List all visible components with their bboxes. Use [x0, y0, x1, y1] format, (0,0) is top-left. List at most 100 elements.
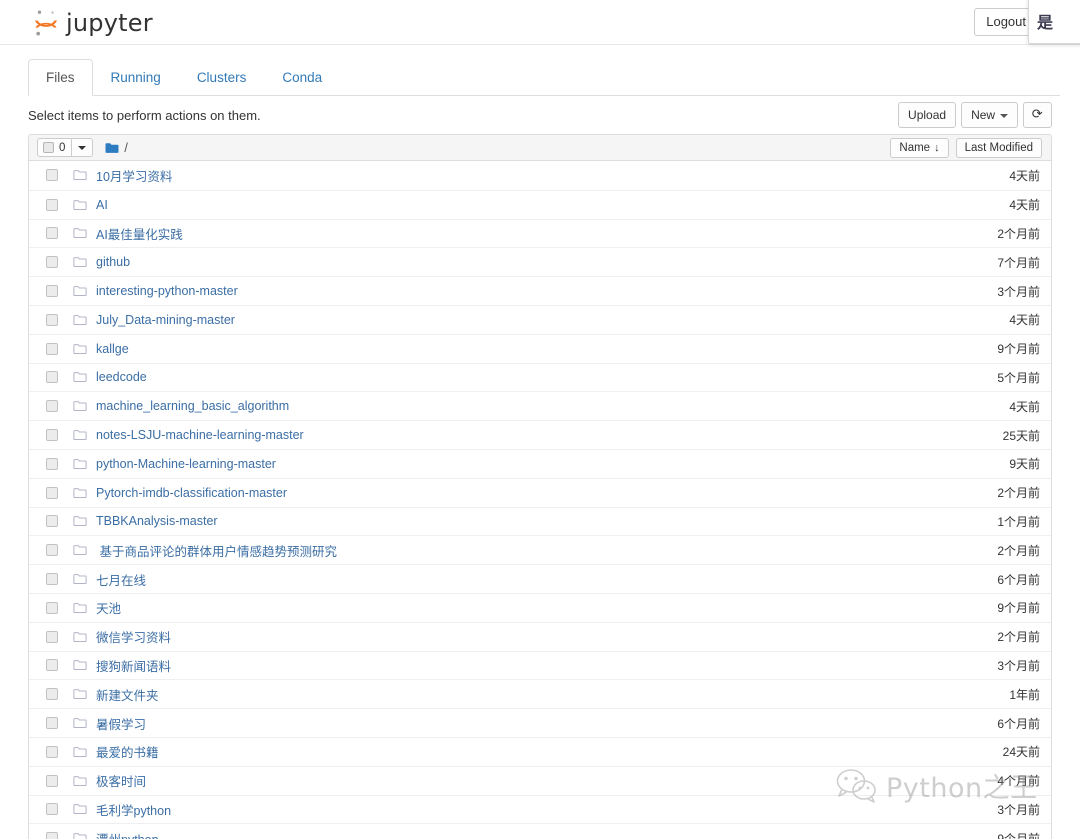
row-checkbox[interactable] [46, 832, 58, 839]
jupyter-logo-icon [35, 10, 57, 35]
new-dropdown-button[interactable]: New [961, 102, 1019, 128]
row-checkbox[interactable] [46, 256, 58, 269]
table-row[interactable]: 基于商品评论的群体用户情感趋势预测研究 2个月前 [29, 535, 1051, 564]
table-row[interactable]: 微信学习资料 2个月前 [29, 621, 1051, 651]
row-checkbox[interactable] [46, 429, 58, 442]
row-modified: 2个月前 [997, 543, 1040, 558]
row-name-link[interactable]: 七月在线 [96, 570, 146, 589]
row-name-link[interactable]: 天池 [96, 598, 121, 617]
row-modified: 4天前 [1009, 399, 1040, 414]
table-row[interactable]: 10月学习资料 4天前 [29, 161, 1051, 190]
row-name-link[interactable]: 新建文件夹 [96, 685, 159, 704]
row-name-link[interactable]: 毛利学python [96, 800, 171, 819]
row-modified: 3个月前 [997, 284, 1040, 299]
sort-by-modified-button[interactable]: Last Modified [955, 138, 1042, 158]
row-checkbox[interactable] [46, 544, 58, 557]
jupyter-brand[interactable]: jupyter [32, 0, 153, 45]
tab-conda[interactable]: Conda [264, 59, 340, 96]
table-row[interactable]: Pytorch-imdb-classification-master 2个月前 [29, 477, 1051, 507]
table-row[interactable]: github 7个月前 [29, 247, 1051, 276]
row-name-link[interactable]: 暑假学习 [96, 714, 146, 733]
table-row[interactable]: interesting-python-master 3个月前 [29, 276, 1051, 305]
row-name-link[interactable]: interesting-python-master [96, 284, 238, 298]
row-checkbox[interactable] [46, 774, 58, 787]
table-row[interactable]: 极客时间 4个月前 [29, 765, 1051, 795]
row-name-link[interactable]: AI [96, 198, 108, 212]
table-row[interactable]: python-Machine-learning-master 9天前 [29, 448, 1051, 478]
select-all-checkbox[interactable] [43, 142, 54, 153]
table-row[interactable]: 七月在线 6个月前 [29, 564, 1051, 593]
row-checkbox[interactable] [46, 313, 58, 326]
row-checkbox[interactable] [46, 457, 58, 470]
table-row[interactable]: leedcode 5个月前 [29, 362, 1051, 392]
row-checkbox[interactable] [46, 227, 58, 240]
row-name-link[interactable]: notes-LSJU-machine-learning-master [96, 428, 304, 442]
table-row[interactable]: TBBKAnalysis-master 1个月前 [29, 506, 1051, 536]
breadcrumb-path: / [124, 140, 128, 155]
select-all-group: 0 [37, 138, 94, 157]
row-modified: 2个月前 [997, 226, 1040, 241]
table-row[interactable]: July_Data-mining-master 4天前 [29, 304, 1051, 334]
table-row[interactable]: kallge 9个月前 [29, 333, 1051, 363]
row-name-link[interactable]: 极客时间 [96, 771, 146, 790]
refresh-button[interactable]: ⟲ [1023, 102, 1052, 128]
row-name-link[interactable]: 最爱的书籍 [96, 742, 159, 761]
row-checkbox[interactable] [46, 803, 58, 816]
folder-icon [73, 804, 87, 815]
tab-files[interactable]: Files [28, 59, 93, 96]
row-checkbox[interactable] [46, 169, 58, 182]
row-checkbox[interactable] [46, 486, 58, 499]
row-checkbox[interactable] [46, 371, 58, 384]
breadcrumb[interactable]: / [105, 140, 128, 155]
row-checkbox[interactable] [46, 198, 58, 211]
row-checkbox[interactable] [46, 630, 58, 643]
row-modified: 4天前 [1009, 313, 1040, 328]
table-row[interactable]: 天池 9个月前 [29, 592, 1051, 622]
row-name-link[interactable]: 微信学习资料 [96, 627, 171, 646]
row-checkbox[interactable] [46, 717, 58, 730]
row-checkbox[interactable] [46, 400, 58, 413]
table-row[interactable]: 毛利学python 3个月前 [29, 794, 1051, 824]
table-row[interactable]: AI 4天前 [29, 189, 1051, 219]
row-name-link[interactable]: Pytorch-imdb-classification-master [96, 486, 287, 500]
tab-clusters[interactable]: Clusters [179, 59, 265, 96]
row-name-link[interactable]: 基于商品评论的群体用户情感趋势预测研究 [96, 541, 337, 560]
table-row[interactable]: 暑假学习 6个月前 [29, 708, 1051, 737]
row-modified: 9天前 [1009, 457, 1040, 472]
row-modified: 3个月前 [997, 802, 1040, 817]
row-name-link[interactable]: 搜狗新闻语料 [96, 656, 171, 675]
row-checkbox[interactable] [46, 573, 58, 586]
table-row[interactable]: AI最佳量化实践 2个月前 [29, 218, 1051, 248]
row-checkbox[interactable] [46, 659, 58, 672]
tab-running[interactable]: Running [93, 59, 179, 96]
table-row[interactable]: 潭州python 9个月前 [29, 823, 1051, 839]
select-menu-button[interactable] [71, 139, 92, 156]
row-checkbox[interactable] [46, 601, 58, 614]
file-list: 0 / Name ↓ Last Modified 10月学习资料 4天前 AI 4天前 A… [28, 134, 1052, 839]
row-checkbox[interactable] [46, 515, 58, 528]
row-name-link[interactable]: leedcode [96, 370, 147, 384]
row-name-link[interactable]: 潭州python [96, 829, 159, 839]
table-row[interactable]: notes-LSJU-machine-learning-master 25天前 [29, 420, 1051, 449]
table-row[interactable]: 最爱的书籍 24天前 [29, 736, 1051, 766]
row-name-link[interactable]: 10月学习资料 [96, 166, 172, 185]
row-name-link[interactable]: kallge [96, 342, 129, 356]
upload-button[interactable]: Upload [898, 102, 957, 128]
row-checkbox[interactable] [46, 745, 58, 758]
row-name-link[interactable]: AI最佳量化实践 [96, 224, 183, 243]
select-all-control[interactable]: 0 [38, 139, 71, 156]
row-name-link[interactable]: machine_learning_basic_algorithm [96, 399, 289, 413]
table-row[interactable]: 新建文件夹 1年前 [29, 679, 1051, 708]
row-name-link[interactable]: python-Machine-learning-master [96, 457, 276, 471]
row-name-link[interactable]: github [96, 255, 130, 269]
ime-candidate-popup[interactable]: 是 [1028, 0, 1080, 44]
row-name-link[interactable]: TBBKAnalysis-master [96, 514, 218, 528]
row-checkbox[interactable] [46, 342, 58, 355]
sort-by-name-button[interactable]: Name ↓ [890, 138, 949, 158]
row-name-link[interactable]: July_Data-mining-master [96, 313, 235, 327]
row-checkbox[interactable] [46, 688, 58, 701]
table-row[interactable]: machine_learning_basic_algorithm 4天前 [29, 391, 1051, 420]
row-checkbox[interactable] [46, 285, 58, 298]
table-row[interactable]: 搜狗新闻语料 3个月前 [29, 650, 1051, 680]
brand-text: jupyter [66, 8, 153, 37]
